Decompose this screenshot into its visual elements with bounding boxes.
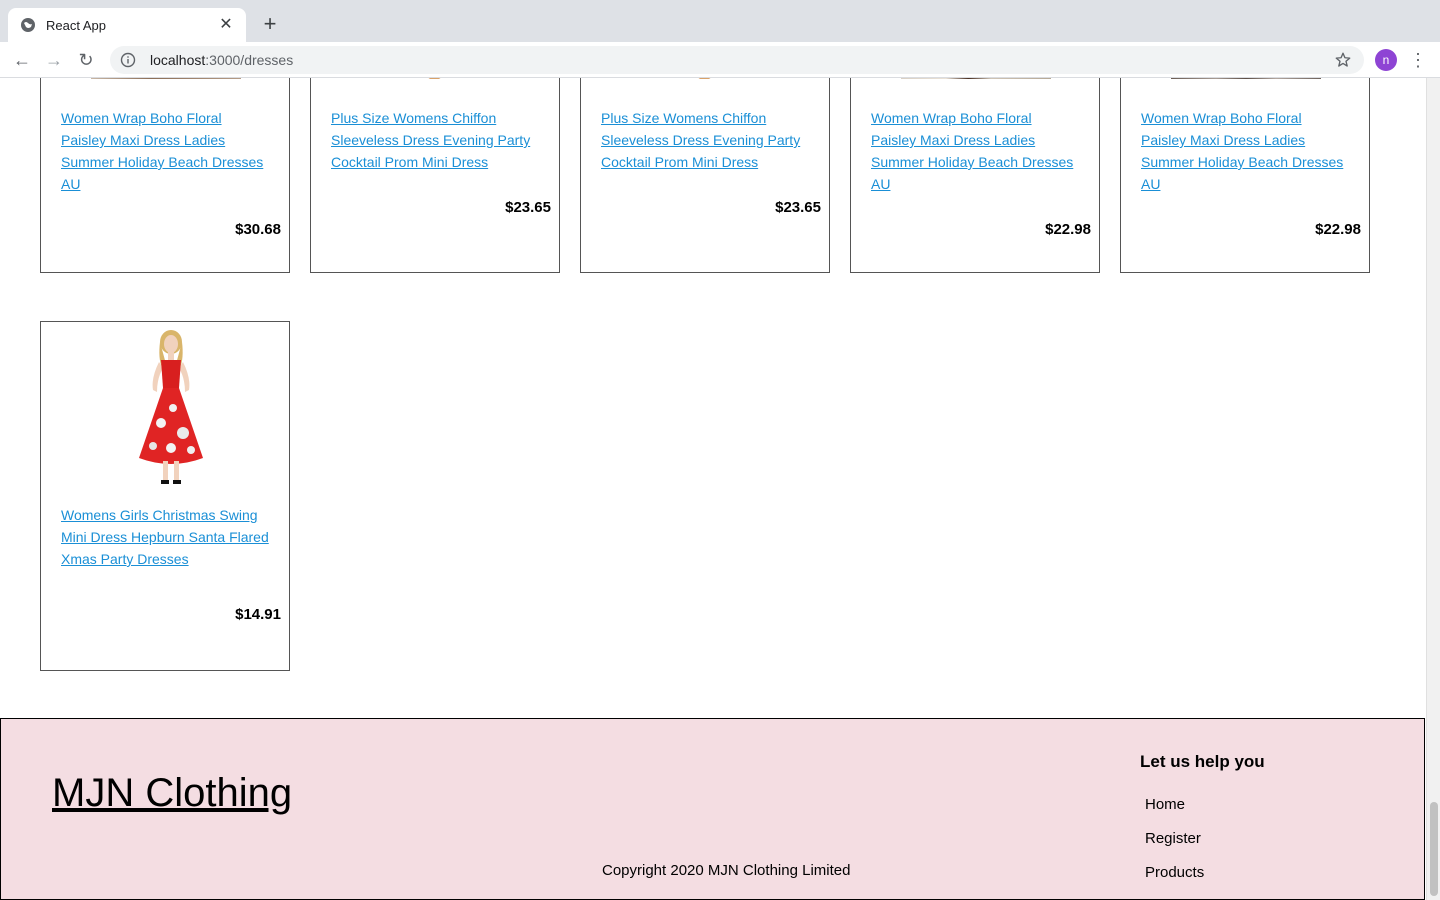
- page-viewport: Women Wrap Boho Floral Paisley Maxi Dres…: [0, 78, 1426, 900]
- product-link[interactable]: Womens Girls Christmas Swing Mini Dress …: [61, 504, 271, 570]
- product-link[interactable]: Plus Size Womens Chiffon Sleeveless Dres…: [601, 107, 816, 173]
- browser-toolbar: ← → ↻ localhost:3000/dresses n ⋮: [0, 42, 1440, 78]
- footer-link-home[interactable]: Home: [1145, 796, 1185, 813]
- product-image[interactable]: [131, 328, 211, 488]
- product-link[interactable]: Plus Size Womens Chiffon Sleeveless Dres…: [331, 107, 546, 173]
- product-image[interactable]: [901, 78, 1051, 79]
- product-image[interactable]: [91, 78, 241, 79]
- info-icon[interactable]: [120, 52, 136, 68]
- product-price: $14.91: [235, 606, 281, 623]
- url-path: :3000/dresses: [205, 52, 294, 68]
- tab-title: React App: [46, 17, 106, 33]
- product-price: $23.65: [775, 199, 821, 216]
- kebab-menu-icon[interactable]: ⋮: [1408, 48, 1428, 72]
- product-link[interactable]: Women Wrap Boho Floral Paisley Maxi Dres…: [61, 107, 266, 195]
- footer-link-products[interactable]: Products: [1145, 864, 1204, 881]
- footer-brand-link[interactable]: MJN Clothing: [52, 771, 292, 816]
- scrollbar-thumb[interactable]: [1430, 802, 1438, 896]
- product-image[interactable]: [361, 78, 511, 79]
- help-heading: Let us help you: [1140, 752, 1265, 771]
- url-host: localhost: [150, 52, 206, 68]
- product-image[interactable]: [1171, 78, 1321, 79]
- address-bar[interactable]: localhost:3000/dresses: [110, 46, 1364, 74]
- product-card[interactable]: Women Wrap Boho Floral Paisley Maxi Dres…: [40, 78, 290, 273]
- browser-tab[interactable]: React App ✕: [8, 8, 246, 42]
- product-card[interactable]: Women Wrap Boho Floral Paisley Maxi Dres…: [1120, 78, 1370, 273]
- back-icon[interactable]: ←: [10, 48, 34, 72]
- product-card[interactable]: Plus Size Womens Chiffon Sleeveless Dres…: [580, 78, 830, 273]
- product-link[interactable]: Women Wrap Boho Floral Paisley Maxi Dres…: [1141, 107, 1346, 195]
- profile-avatar[interactable]: n: [1375, 49, 1397, 71]
- product-image[interactable]: [631, 78, 781, 79]
- product-price: $22.98: [1315, 221, 1361, 238]
- product-card[interactable]: Women Wrap Boho Floral Paisley Maxi Dres…: [850, 78, 1100, 273]
- bookmark-star-icon[interactable]: [1334, 51, 1352, 69]
- copyright-text: Copyright 2020 MJN Clothing Limited: [602, 862, 851, 879]
- product-price: $23.65: [505, 199, 551, 216]
- product-card[interactable]: Plus Size Womens Chiffon Sleeveless Dres…: [310, 78, 560, 273]
- product-card[interactable]: Womens Girls Christmas Swing Mini Dress …: [40, 321, 290, 671]
- product-price: $30.68: [235, 221, 281, 238]
- product-price: $22.98: [1045, 221, 1091, 238]
- new-tab-icon[interactable]: +: [258, 12, 282, 36]
- forward-icon[interactable]: →: [42, 48, 66, 72]
- product-link[interactable]: Women Wrap Boho Floral Paisley Maxi Dres…: [871, 107, 1076, 195]
- close-tab-icon[interactable]: ✕: [218, 17, 234, 33]
- footer-link-register[interactable]: Register: [1145, 830, 1201, 847]
- globe-icon: [21, 18, 35, 32]
- tab-bar: React App ✕ +: [0, 0, 1440, 42]
- site-footer: MJN Clothing Copyright 2020 MJN Clothing…: [0, 718, 1425, 900]
- vertical-scrollbar[interactable]: [1426, 78, 1440, 900]
- reload-icon[interactable]: ↻: [74, 48, 98, 72]
